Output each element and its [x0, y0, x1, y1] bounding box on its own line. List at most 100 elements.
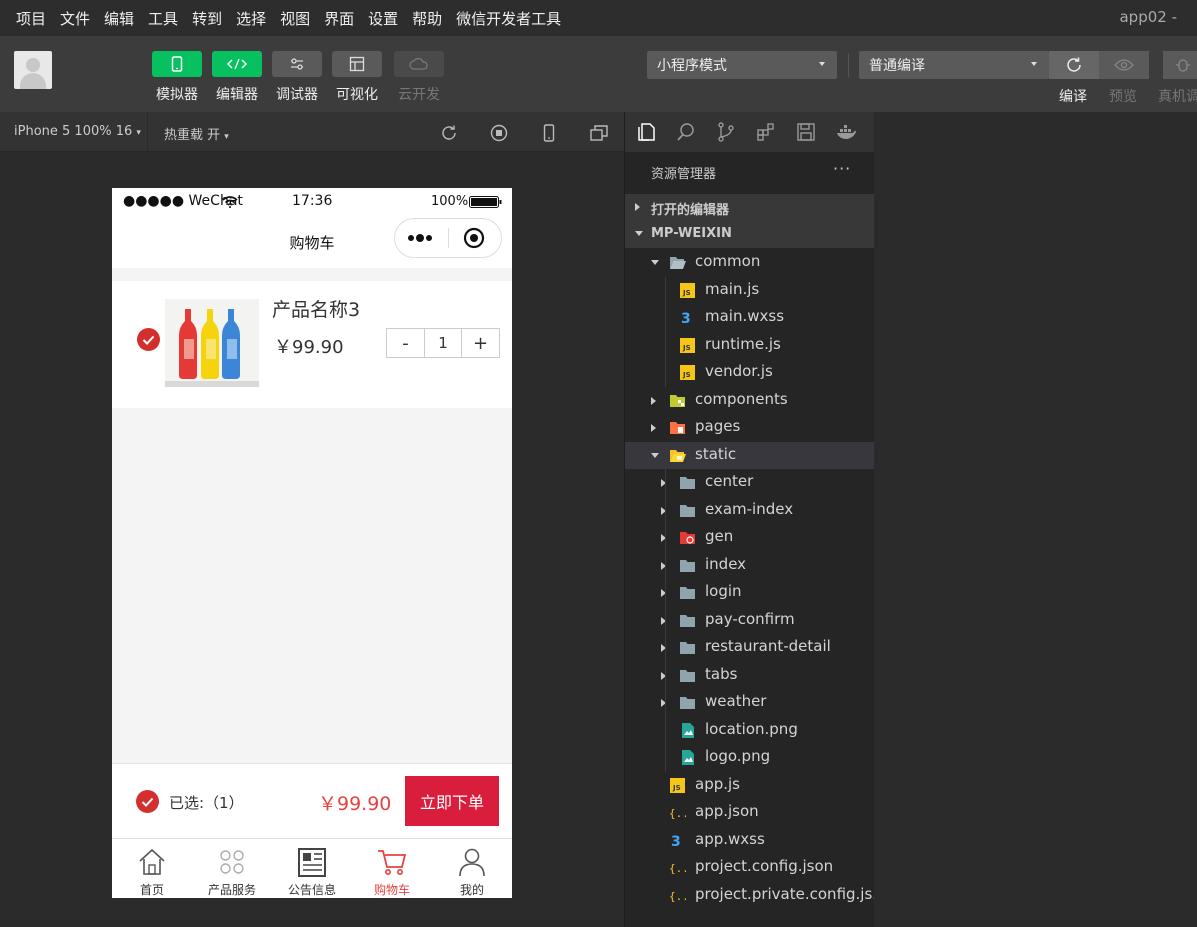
cloud-button[interactable]: 云开发	[394, 51, 444, 104]
capsule-menu	[394, 218, 502, 258]
menu-wechat-devtools[interactable]: 微信开发者工具	[454, 8, 563, 29]
tree-folder[interactable]: gen	[625, 524, 875, 551]
menu-edit[interactable]: 编辑	[102, 8, 136, 29]
menu-help[interactable]: 帮助	[410, 8, 444, 29]
menu-view[interactable]: 视图	[278, 8, 312, 29]
menu-settings[interactable]: 设置	[366, 8, 400, 29]
files-icon[interactable]	[635, 121, 657, 143]
tree-file[interactable]: 3 app.wxss	[625, 827, 875, 854]
tree-file[interactable]: logo.png	[625, 744, 875, 771]
tab-home[interactable]: 首页	[112, 839, 192, 898]
tree-file[interactable]: {..} app.json	[625, 799, 875, 826]
tree-folder[interactable]: weather	[625, 689, 875, 716]
cloud-label: 云开发	[398, 87, 440, 103]
preview-button[interactable]	[1099, 51, 1149, 79]
avatar[interactable]	[14, 51, 52, 89]
open-editors-section[interactable]: 打开的编辑器	[625, 194, 875, 221]
compile-select-value: 普通编译	[869, 58, 925, 74]
more-icon[interactable]	[407, 232, 437, 244]
compile-select[interactable]: 普通编译	[859, 51, 1049, 79]
editor-area	[874, 112, 1197, 927]
tab-products[interactable]: 产品服务	[192, 839, 272, 898]
place-order-button[interactable]: 立即下单	[405, 776, 499, 826]
tree-folder[interactable]: common	[625, 249, 875, 276]
tab-mine[interactable]: 我的	[432, 839, 512, 898]
more-icon[interactable]: ···	[833, 159, 851, 178]
tree-folder[interactable]: index	[625, 552, 875, 579]
extensions-icon[interactable]	[755, 121, 777, 143]
search-icon[interactable]	[675, 121, 697, 143]
phone-icon[interactable]	[539, 123, 559, 143]
tree-folder[interactable]: exam-index	[625, 497, 875, 524]
device-debug-button[interactable]	[1163, 51, 1197, 79]
docker-icon[interactable]	[835, 121, 857, 143]
source-control-icon[interactable]	[715, 121, 737, 143]
close-miniprogram-icon[interactable]	[463, 227, 485, 249]
project-label: MP-WEIXIN	[651, 226, 732, 241]
compile-button[interactable]	[1049, 51, 1099, 79]
tree-file[interactable]: JS app.js	[625, 772, 875, 799]
visual-button[interactable]: 可视化	[332, 51, 382, 104]
tab-label: 我的	[459, 883, 484, 897]
tree-folder[interactable]: login	[625, 579, 875, 606]
quantity-value[interactable]: 1	[425, 329, 462, 357]
product-image[interactable]	[165, 299, 259, 387]
tree-folder[interactable]: center	[625, 469, 875, 496]
decrement-button[interactable]: -	[387, 329, 425, 357]
increment-button[interactable]: +	[462, 329, 499, 357]
tree-file[interactable]: {..} project.private.config.js...	[625, 882, 887, 909]
tree-folder[interactable]: restaurant-detail	[625, 634, 875, 661]
stop-icon[interactable]	[489, 123, 509, 143]
tree-item-label: main.wxss	[705, 307, 785, 325]
folder-icon	[679, 612, 696, 629]
tree-file[interactable]: {..} project.config.json	[625, 854, 875, 881]
tree-folder[interactable]: static	[625, 441, 875, 469]
hot-reload-label: 热重载 开	[164, 128, 221, 143]
debugger-label: 调试器	[276, 87, 318, 103]
device-select[interactable]: iPhone 5 100% 16 ▾	[14, 124, 141, 139]
item-check-icon[interactable]	[137, 328, 160, 351]
simulator-button[interactable]: 模拟器	[152, 51, 202, 104]
chevron-down-icon	[651, 452, 659, 458]
mode-select[interactable]: 小程序模式	[647, 51, 837, 79]
save-icon[interactable]	[795, 121, 817, 143]
tab-notices[interactable]: 公告信息	[272, 839, 352, 898]
hot-reload-toggle[interactable]: 热重载 开 ▾	[164, 124, 229, 143]
menu-file[interactable]: 文件	[58, 8, 92, 29]
menu-project[interactable]: 项目	[14, 8, 48, 29]
menu-tools[interactable]: 工具	[146, 8, 180, 29]
menubar: 项目 文件 编辑 工具 转到 选择 视图 界面 设置 帮助 微信开发者工具 ap…	[0, 0, 1197, 36]
popout-icon[interactable]	[589, 123, 609, 143]
tree-file[interactable]: JS main.js	[625, 277, 875, 304]
tree-folder[interactable]: pay-confirm	[625, 607, 875, 634]
tab-label: 公告信息	[287, 883, 336, 897]
svg-text:{..}: {..}	[669, 890, 686, 903]
tree-file[interactable]: JS vendor.js	[625, 359, 875, 386]
menu-goto[interactable]: 转到	[190, 8, 224, 29]
user-icon	[459, 848, 485, 877]
debugger-button[interactable]: 调试器	[272, 51, 322, 104]
folder-open-icon	[669, 254, 686, 271]
editor-button[interactable]: 编辑器	[212, 51, 262, 104]
json-file-icon: {..}	[669, 887, 696, 904]
cart-item: 产品名称3 ￥99.90 - 1 +	[112, 281, 512, 408]
divider	[848, 53, 849, 77]
menu-interface[interactable]: 界面	[322, 8, 356, 29]
rotate-icon[interactable]	[439, 123, 459, 143]
tree-file[interactable]: JS runtime.js	[625, 332, 875, 359]
menu-select[interactable]: 选择	[234, 8, 268, 29]
svg-text:3: 3	[671, 834, 681, 849]
tree-folder[interactable]: components	[625, 387, 875, 414]
folder-icon	[679, 557, 696, 574]
tree-file[interactable]: 3 main.wxss	[625, 304, 875, 331]
tab-cart[interactable]: 购物车	[352, 839, 432, 898]
product-name[interactable]: 产品名称3	[272, 295, 360, 322]
chevron-down-icon: ▾	[224, 132, 229, 142]
tree-file[interactable]: location.png	[625, 717, 875, 744]
tree-item-label: static	[695, 444, 737, 463]
project-section[interactable]: MP-WEIXIN	[625, 221, 875, 248]
chevron-down-icon	[651, 260, 659, 265]
tree-folder[interactable]: pages	[625, 414, 875, 441]
select-all-check-icon[interactable]	[136, 790, 159, 813]
tree-folder[interactable]: tabs	[625, 662, 875, 689]
